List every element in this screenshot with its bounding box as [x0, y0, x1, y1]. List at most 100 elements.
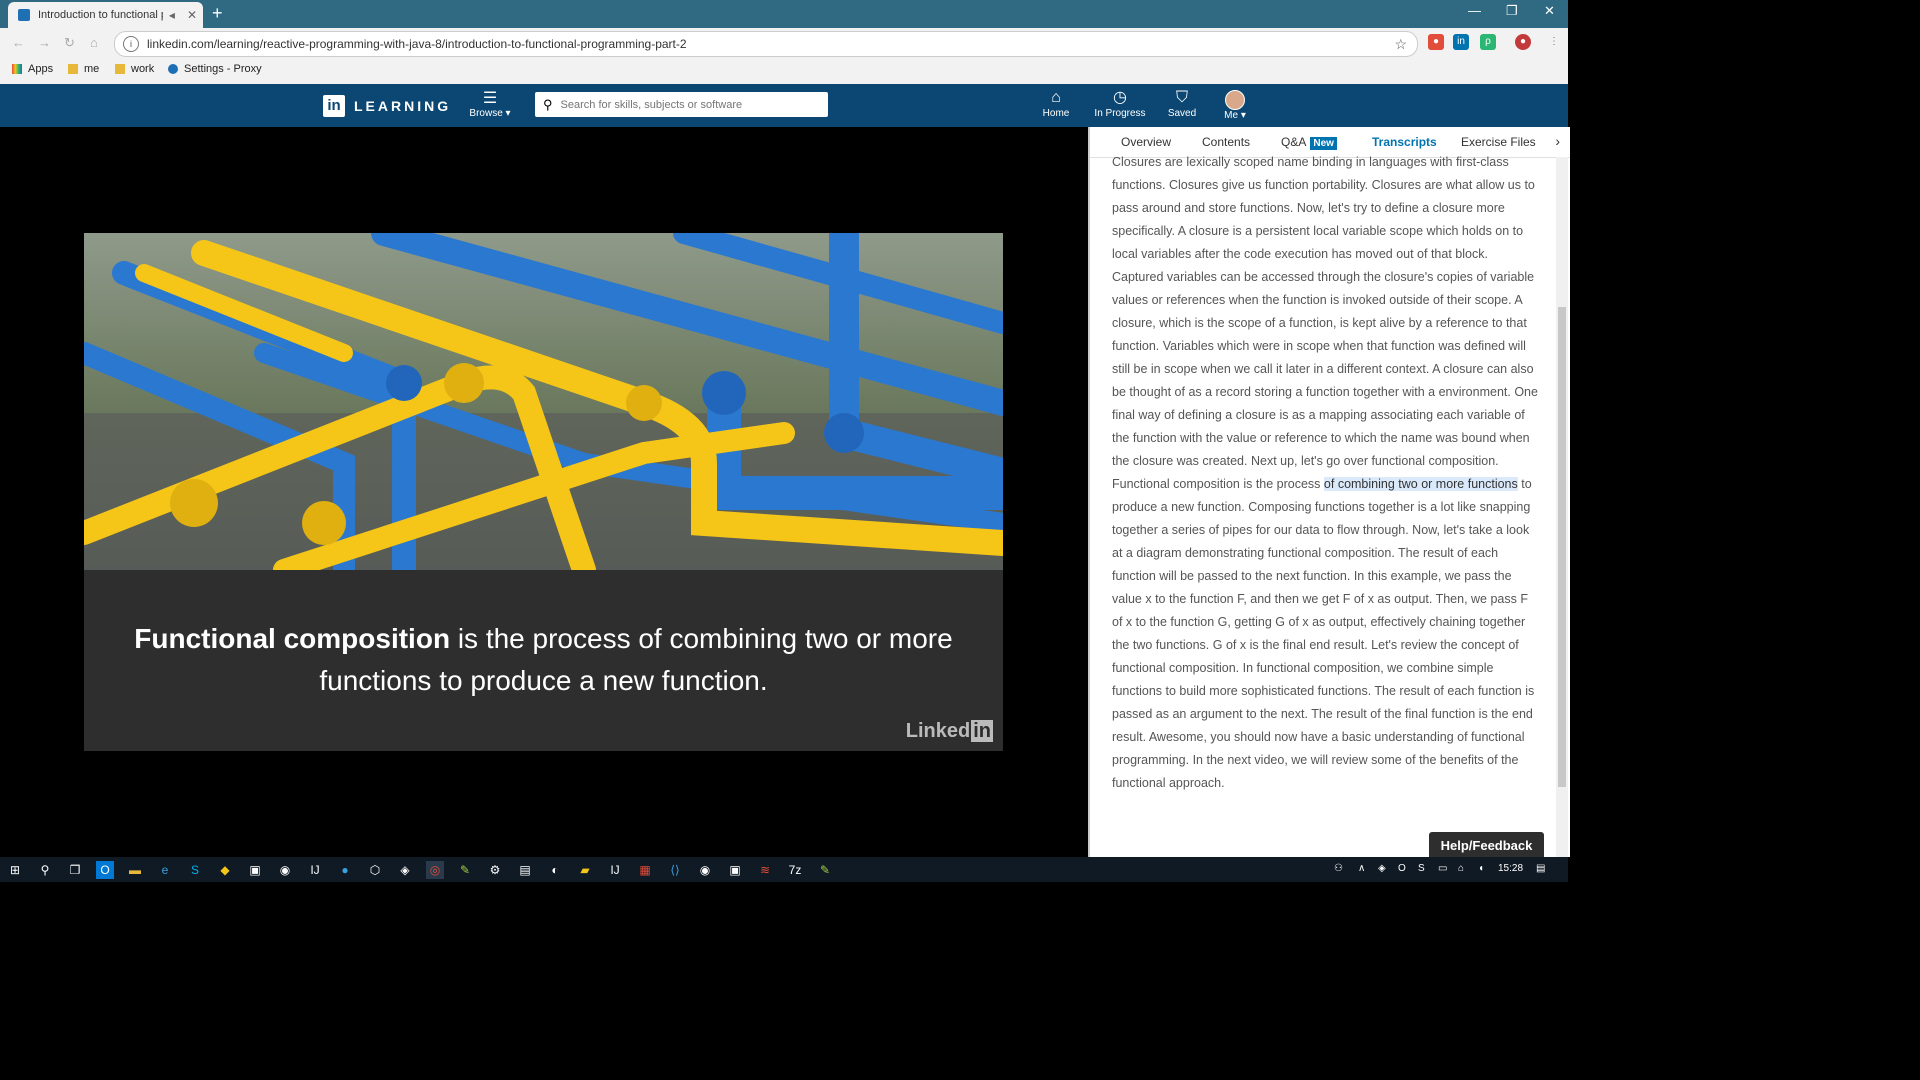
bookmark-label: work — [131, 63, 155, 75]
file-explorer-icon[interactable]: ▬ — [126, 861, 144, 879]
people-icon[interactable]: ⚇ — [1334, 863, 1343, 874]
ie-icon[interactable]: e — [156, 861, 174, 879]
home-browser-icon[interactable]: ⌂ — [90, 35, 98, 50]
intellij-icon[interactable]: IJ — [306, 861, 324, 879]
app-icon[interactable]: ▣ — [726, 861, 744, 879]
terminal-icon[interactable]: ▣ — [246, 861, 264, 879]
url-text: linkedin.com/learning/reactive-programmi… — [147, 37, 687, 51]
app-icon[interactable]: ≋ — [756, 861, 774, 879]
app-icon[interactable]: ◆ — [216, 861, 234, 879]
address-bar[interactable]: i linkedin.com/learning/reactive-program… — [114, 31, 1418, 57]
transcript-highlight[interactable]: of combining two or more functions — [1323, 477, 1518, 491]
tab-transcripts[interactable]: Transcripts — [1372, 135, 1437, 149]
app-icon[interactable]: ◉ — [276, 861, 294, 879]
tab-contents[interactable]: Contents — [1202, 135, 1250, 149]
search-taskbar-icon[interactable]: ⚲ — [36, 861, 54, 879]
app-icon[interactable]: ▤ — [516, 861, 534, 879]
bookmark-apps[interactable]: Apps — [12, 63, 53, 75]
skype-tray-icon[interactable]: S — [1418, 863, 1425, 874]
app-icon[interactable]: ◈ — [396, 861, 414, 879]
site-info-icon[interactable]: i — [123, 36, 139, 52]
app-icon[interactable]: ⚙ — [486, 861, 504, 879]
audio-icon[interactable]: ◂ — [169, 8, 175, 22]
network-icon[interactable]: ⌂ — [1458, 863, 1464, 874]
learning-header: in LEARNING ☰ Browse ▾ ⚲ ⌂ Home ◷ In Pro… — [0, 84, 1568, 127]
bookmark-star-icon[interactable]: ☆ — [1394, 36, 1407, 53]
app-icon[interactable]: ◉ — [696, 861, 714, 879]
transcript-text[interactable]: Closures are lexically scoped name bindi… — [1112, 151, 1540, 831]
restore-icon[interactable]: ❐ — [1506, 3, 1518, 19]
app-icon[interactable]: 7z — [786, 861, 804, 879]
clock-text[interactable]: 15:28 — [1498, 863, 1523, 874]
linkedin-favicon-icon — [18, 9, 30, 21]
tray-app-icon[interactable]: ◈ — [1378, 863, 1386, 874]
tab-exercise-files[interactable]: Exercise Files — [1461, 135, 1536, 149]
chrome-icon[interactable]: ◎ — [426, 861, 444, 879]
transcript-scrollbar[interactable] — [1556, 157, 1568, 857]
nav-saved-label: Saved — [1167, 108, 1197, 119]
watermark-in-icon: in — [971, 720, 993, 742]
bookmark-icon: ⛉ — [1175, 89, 1188, 106]
transcript-before: Closures are lexically scoped name bindi… — [1112, 155, 1538, 491]
browser-toolbar: ← → ↻ ⌂ i linkedin.com/learning/reactive… — [0, 28, 1568, 58]
vscode-icon[interactable]: ⟨⟩ — [666, 861, 684, 879]
browse-menu[interactable]: ☰ Browse ▾ — [465, 90, 515, 119]
nav-home[interactable]: ⌂ Home — [1040, 88, 1072, 119]
nav-me[interactable]: Me ▾ — [1219, 88, 1251, 121]
extension-badge-icon[interactable]: ρ — [1480, 34, 1496, 50]
minimize-icon[interactable]: — — [1468, 3, 1481, 18]
chevron-right-icon[interactable]: › — [1555, 133, 1560, 149]
tab-title: Introduction to functional pr — [38, 9, 163, 21]
bookmark-label: Apps — [28, 63, 54, 75]
extension-icon[interactable]: ● — [1428, 34, 1444, 50]
skype-icon[interactable]: S — [186, 861, 204, 879]
notepad-icon[interactable]: ✎ — [816, 861, 834, 879]
outlook-tray-icon[interactable]: O — [1398, 863, 1406, 874]
scrollbar-thumb[interactable] — [1558, 307, 1566, 787]
outlook-icon[interactable]: O — [96, 861, 114, 879]
app-icon[interactable]: ● — [336, 861, 354, 879]
windows-start-icon[interactable]: ⊞ — [6, 861, 24, 879]
app-icon[interactable]: ▦ — [636, 861, 654, 879]
reload-icon[interactable]: ↻ — [64, 35, 75, 51]
volume-icon[interactable]: ◖ — [1478, 863, 1484, 874]
tray-expand-icon[interactable]: ∧ — [1358, 863, 1365, 874]
nav-in-progress[interactable]: ◷ In Progress — [1092, 88, 1148, 119]
linkedin-extension-icon[interactable]: in — [1453, 34, 1469, 50]
new-tab-icon[interactable]: + — [212, 3, 223, 24]
forward-icon[interactable]: → — [38, 35, 51, 50]
avatar — [1225, 90, 1245, 110]
menu-icon[interactable]: ⋮ — [1546, 34, 1562, 50]
browser-titlebar: Introduction to functional pr ◂ ✕ + — ❐ … — [0, 0, 1568, 28]
back-icon[interactable]: ← — [12, 35, 25, 50]
battery-icon[interactable]: ▭ — [1438, 863, 1447, 874]
app-icon[interactable]: ✎ — [456, 861, 474, 879]
intellij-icon[interactable]: IJ — [606, 861, 624, 879]
search-input[interactable] — [558, 97, 803, 112]
search-box[interactable]: ⚲ — [535, 92, 828, 117]
tab-qa[interactable]: Q&A New — [1281, 135, 1337, 150]
app-icon[interactable]: ⬡ — [366, 861, 384, 879]
tab-qa-label: Q&A — [1281, 135, 1307, 149]
close-tab-icon[interactable]: ✕ — [187, 8, 197, 22]
action-center-icon[interactable]: ▤ — [1536, 863, 1545, 874]
bookmark-settings-proxy[interactable]: Settings - Proxy — [168, 63, 262, 75]
tab-overview[interactable]: Overview — [1121, 135, 1171, 149]
caption-text: Functional composition is the process of… — [134, 618, 953, 702]
nav-saved[interactable]: ⛉ Saved — [1166, 88, 1198, 119]
gear-icon — [168, 64, 178, 74]
logo-text: LEARNING — [354, 98, 452, 114]
app-icon[interactable]: ◐ — [546, 861, 564, 879]
watermark-text: Linked — [905, 720, 971, 742]
sticky-notes-icon[interactable]: ▰ — [576, 861, 594, 879]
home-icon: ⌂ — [1051, 89, 1061, 106]
video-player[interactable]: Functional composition is the process of… — [84, 233, 1003, 751]
help-feedback-button[interactable]: Help/Feedback — [1429, 832, 1544, 860]
bookmark-me[interactable]: me — [68, 63, 99, 75]
bookmark-work[interactable]: work — [115, 63, 154, 75]
browser-tab[interactable]: Introduction to functional pr ◂ ✕ — [8, 2, 203, 28]
linkedin-learning-logo[interactable]: in LEARNING — [323, 95, 451, 117]
close-window-icon[interactable]: ✕ — [1544, 3, 1555, 19]
task-view-icon[interactable]: ❐ — [66, 861, 84, 879]
profile-icon[interactable]: ● — [1515, 34, 1531, 50]
